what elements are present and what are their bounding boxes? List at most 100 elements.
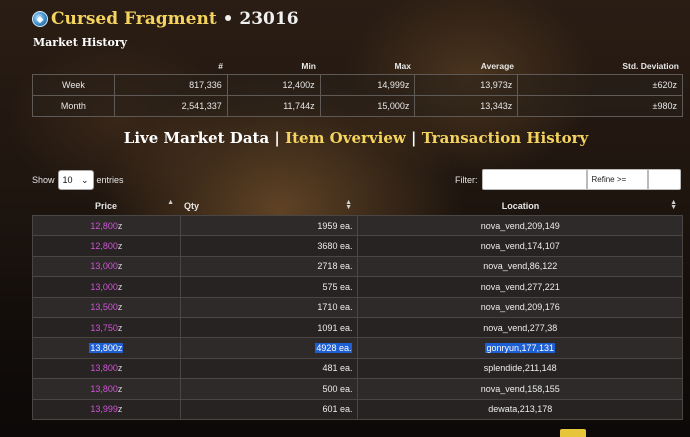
refine-value-input[interactable] [647, 169, 681, 190]
price-value: 13,800 [90, 363, 118, 374]
price-cell: 13,800z [32, 357, 181, 380]
table-row[interactable]: 13,800z 500 ea. nova_vend,158,155 [32, 378, 683, 400]
location-cell[interactable]: nova_vend,277,38 [357, 316, 683, 339]
table-row[interactable]: 12,800z 1959 ea. nova_vend,209,149 [32, 214, 683, 237]
qty-cell: 2718 ea. [179, 255, 359, 278]
col-location-label: Location [501, 200, 540, 211]
history-period: Month [32, 95, 115, 117]
location-value: nova_vend,174,107 [480, 241, 560, 252]
price-value: 13,000 [90, 261, 118, 272]
history-header: # Min Max Average Std. Deviation [32, 58, 683, 74]
tab-transaction-history[interactable]: Transaction History [422, 129, 589, 147]
price-cell: 13,750z [32, 316, 181, 339]
section-tabs: Live Market Data | Item Overview | Trans… [0, 129, 690, 147]
qty-value: 500 ea. [322, 383, 353, 394]
qty-cell: 575 ea. [179, 276, 359, 298]
price-value: 12,800 [90, 220, 118, 231]
entries-select[interactable]: 10 ⌄ [57, 170, 94, 190]
table-row[interactable]: 13,750z 1091 ea. nova_vend,277,38 [32, 316, 683, 339]
currency-suffix: z [117, 383, 123, 394]
selected-text: 4928 ea. [315, 343, 353, 354]
price-value: 13,000 [90, 281, 118, 292]
sort-location[interactable]: Location ▲ ▼ [358, 197, 683, 214]
currency-suffix: z [117, 404, 123, 415]
price-value: 13,500 [90, 302, 118, 313]
tab-separator: | [405, 129, 422, 147]
history-std: ±620z [517, 74, 683, 96]
qty-value: 1710 ea. [317, 302, 353, 313]
currency-suffix: z [117, 322, 123, 333]
table-row[interactable]: 13,500z 1710 ea. nova_vend,209,176 [32, 296, 683, 318]
currency-suffix: z [117, 281, 123, 292]
location-cell[interactable]: nova_vend,209,149 [357, 214, 683, 237]
currency-suffix: z [117, 302, 123, 313]
location-cell[interactable]: nova_vend,174,107 [357, 235, 683, 257]
sort-asc-icon: ▲ [167, 199, 174, 206]
filter-control: Filter: Refine >= [455, 169, 681, 190]
location-cell[interactable]: nova_vend,209,176 [357, 296, 683, 318]
qty-value: 4928 ea. [316, 343, 352, 354]
history-max: 15,000z [319, 95, 416, 117]
sort-price[interactable]: Price ▲ [32, 197, 180, 214]
table-row[interactable]: 13,000z 575 ea. nova_vend,277,221 [32, 276, 683, 298]
item-id: 23016 [239, 9, 299, 29]
qty-value: 601 ea. [322, 404, 353, 415]
location-cell[interactable]: dewata,213,178 [357, 398, 683, 420]
location-cell[interactable]: splendide,211,148 [357, 357, 683, 380]
history-period: Week [32, 74, 115, 96]
history-min: 12,400z [226, 74, 321, 96]
tab-item-overview[interactable]: Item Overview [285, 129, 406, 147]
table-row[interactable]: 13,800z 4928 ea. gonryun,177,131 [32, 337, 683, 359]
history-average: 13,343z [414, 95, 519, 117]
location-value: nova_vend,158,155 [480, 383, 560, 394]
location-value: splendide,211,148 [483, 363, 557, 374]
pagination-button[interactable] [560, 429, 586, 437]
price-cell: 13,999z [32, 398, 181, 420]
qty-value: 3680 ea. [317, 241, 353, 252]
currency-suffix: z [117, 261, 123, 272]
item-name: Cursed Fragment [51, 9, 217, 29]
location-value: nova_vend,86,122 [483, 261, 558, 272]
selected-text: gonryun,177,131 [485, 343, 556, 354]
history-average: 13,973z [414, 74, 519, 96]
blue-orb-icon: ◆ [32, 11, 48, 27]
qty-cell: 500 ea. [179, 378, 359, 400]
title-separator: • [216, 9, 240, 29]
item-header: ◆ Cursed Fragment • 23016 [32, 8, 299, 30]
price-cell: 13,000z [32, 255, 181, 278]
market-table: 12,800z 1959 ea. nova_vend,209,149 12,800 z 3… [32, 214, 683, 420]
price-cell: 13,000z [32, 276, 181, 298]
price-value: 13,800 [90, 383, 118, 394]
location-cell[interactable]: nova_vend,158,155 [357, 378, 683, 400]
filter-input[interactable] [481, 169, 587, 190]
price-value: 13,750 [90, 322, 118, 333]
qty-value: 575 ea. [322, 281, 353, 292]
history-row: Month 2,541,337 11,744z 15,000z 13,343z … [32, 95, 683, 117]
table-row[interactable]: 13,800z 481 ea. splendide,211,148 [32, 357, 683, 380]
location-cell[interactable]: nova_vend,277,221 [357, 276, 683, 298]
tab-separator: | [269, 129, 286, 147]
location-value: nova_vend,209,149 [480, 220, 560, 231]
history-std: ±980z [517, 95, 683, 117]
entries-label: entries [96, 175, 124, 185]
col-price-label: Price [94, 200, 118, 211]
history-count: 817,336 [113, 74, 228, 96]
price-cell: 13,500z [32, 296, 181, 318]
location-value: nova_vend,209,176 [480, 302, 560, 313]
filter-label: Filter: [455, 174, 478, 185]
currency-suffix: z [117, 343, 123, 354]
location-cell[interactable]: nova_vend,86,122 [357, 255, 683, 278]
sort-qty[interactable]: Qty ▲ ▼ [180, 197, 358, 214]
price-value: 13,800 [90, 343, 118, 354]
price-cell: 13,800z [32, 378, 181, 400]
market-history-title: Market History [33, 36, 127, 49]
history-col-count: # [218, 61, 223, 71]
table-row[interactable]: 13,999z 601 ea. dewata,213,178 [32, 398, 683, 420]
entries-value: 10 [62, 175, 73, 185]
refine-select[interactable]: Refine >= [586, 169, 648, 190]
table-row[interactable]: 13,000z 2718 ea. nova_vend,86,122 [32, 255, 683, 278]
table-row[interactable]: 12,800z 3680 ea. nova_vend,174,107 [32, 235, 683, 257]
sort-both-icon: ▲ ▼ [345, 199, 352, 211]
history-col-average: Average [480, 61, 514, 71]
location-cell[interactable]: gonryun,177,131 [357, 337, 683, 359]
